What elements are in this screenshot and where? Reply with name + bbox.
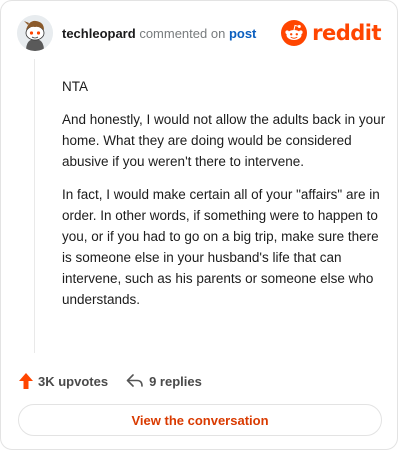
upvote-count: 3K upvotes [38,373,109,389]
user-avatar[interactable] [17,15,53,51]
reply-count: 9 replies [149,373,202,389]
comment-actions: 3K upvotes 9 replies [19,370,202,392]
comment-header: techleopard commented on post reddit [17,15,381,51]
comment-byline: techleopard commented on post [62,26,256,42]
commented-on-text: commented on [139,26,226,41]
comment-paragraph: And honestly, I would not allow the adul… [62,112,386,169]
comment-body: NTA And honestly, I would not allow the … [62,76,392,322]
comment-paragraph: NTA [62,79,88,94]
reply-arrow-icon [126,374,143,387]
replies-button[interactable]: 9 replies [126,374,202,389]
upvote-arrow-icon [19,373,33,389]
username-link[interactable]: techleopard [62,26,136,41]
snoo-avatar-icon [17,15,53,51]
embedded-comment-card: techleopard commented on post reddit NTA… [0,0,398,450]
post-link[interactable]: post [229,26,256,41]
reddit-wordmark: reddit [312,21,381,45]
reddit-logo-icon [281,20,308,46]
reddit-brand[interactable]: reddit [281,19,381,47]
comment-paragraph: In fact, I would make certain all of you… [62,187,380,307]
view-conversation-button[interactable]: View the conversation [18,404,382,436]
thread-line [34,59,35,353]
upvote-button[interactable]: 3K upvotes [19,373,108,389]
